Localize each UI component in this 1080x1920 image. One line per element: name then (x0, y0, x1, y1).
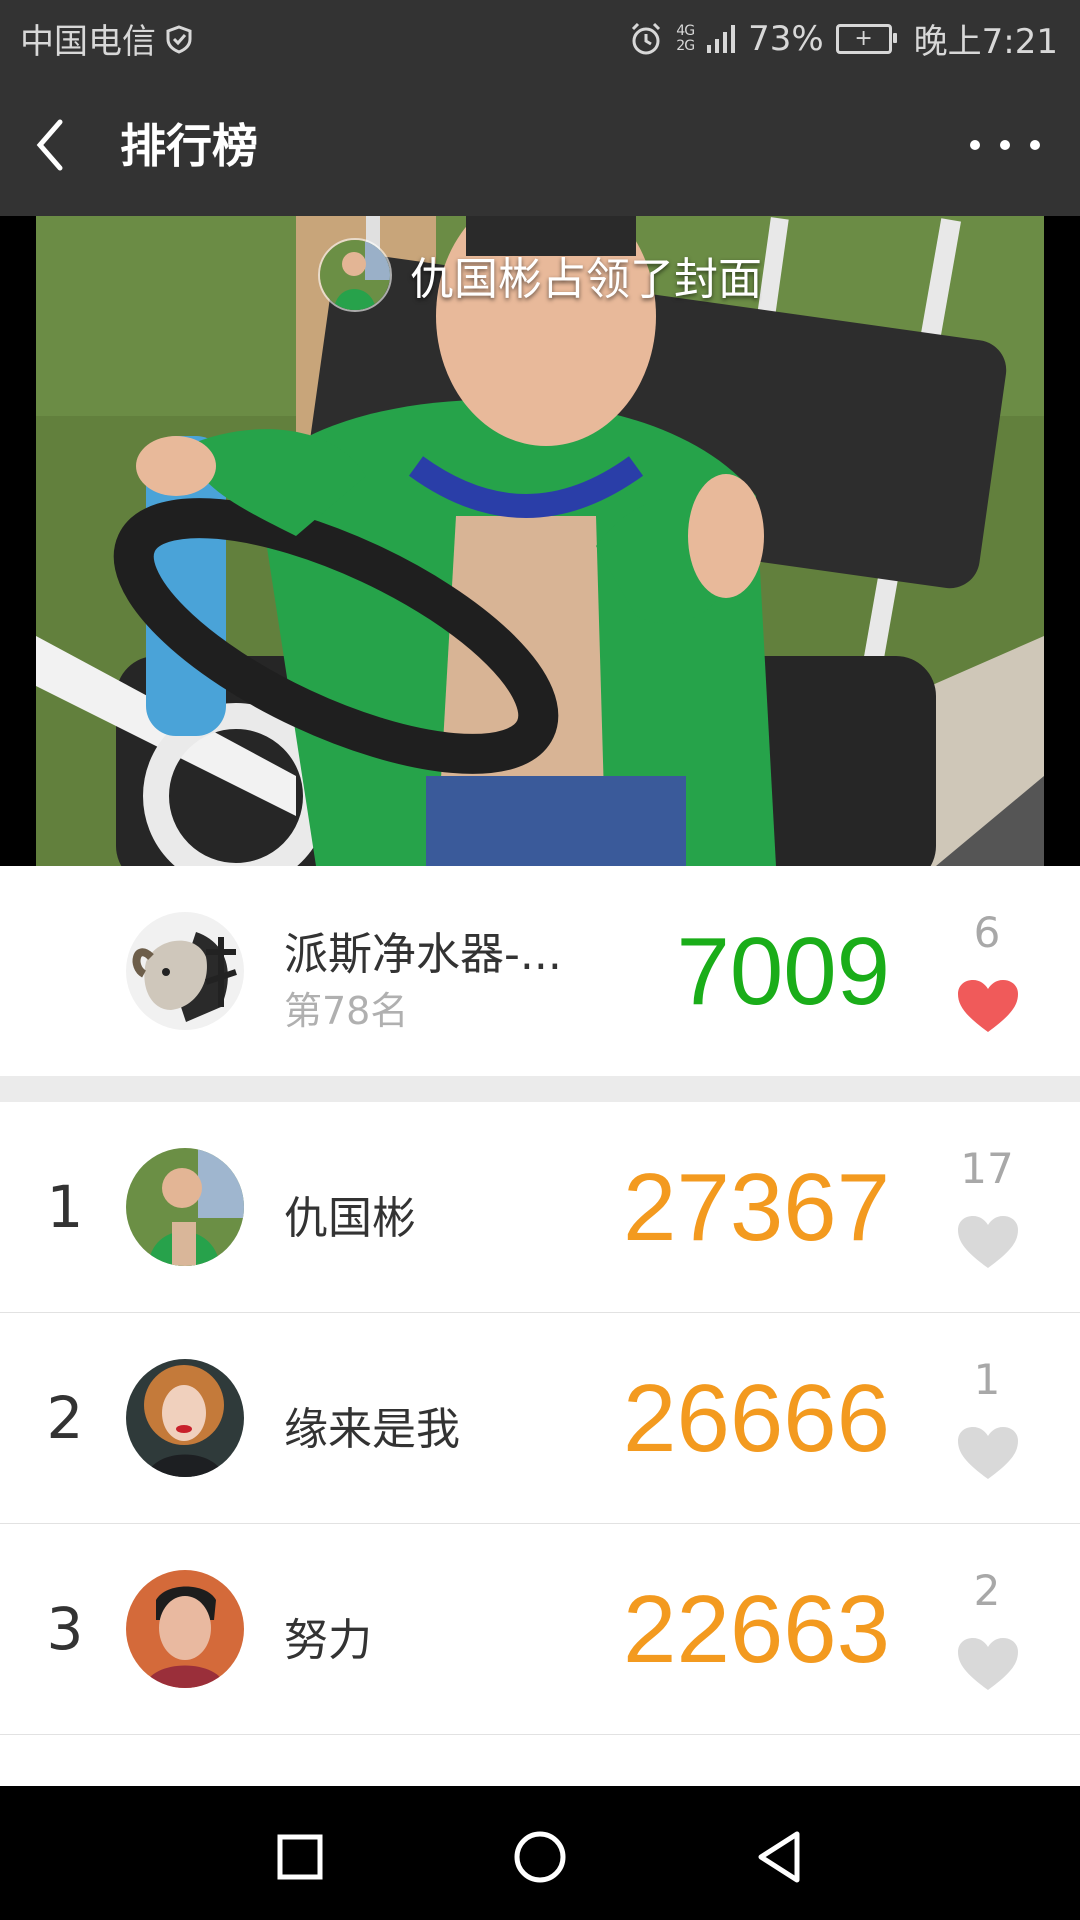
heart-icon (958, 1216, 1018, 1268)
like-button[interactable] (956, 1425, 1020, 1481)
my-rank-row[interactable]: 派斯净水器-... 第78名 7009 6 (0, 866, 1080, 1076)
signal-icon (707, 24, 736, 53)
like-button[interactable] (956, 978, 1020, 1034)
rank-number: 2 (46, 1384, 84, 1452)
system-nav-bar (0, 1786, 1080, 1920)
like-button[interactable] (956, 1214, 1020, 1270)
avatar[interactable] (126, 1359, 244, 1477)
home-button[interactable] (505, 1822, 575, 1892)
like-count: 17 (960, 1144, 1014, 1193)
recents-icon (277, 1834, 323, 1880)
my-name: 派斯净水器-... (284, 929, 562, 980)
like-count: 1 (973, 1355, 1001, 1404)
heart-icon (958, 980, 1018, 1032)
battery-icon: + (835, 23, 897, 54)
avatar[interactable] (126, 1570, 244, 1688)
like-button[interactable] (956, 1636, 1020, 1692)
system-back-button[interactable] (745, 1822, 815, 1892)
rank-number: 3 (46, 1595, 84, 1663)
nav-bar: 排行榜 (0, 76, 1080, 216)
user-name: 缘来是我 (284, 1404, 460, 1455)
recents-button[interactable] (265, 1822, 335, 1892)
shield-icon (166, 24, 192, 54)
user-name: 努力 (284, 1615, 372, 1666)
my-like-count: 6 (973, 908, 1001, 957)
user-steps: 27367 (623, 1154, 890, 1261)
cover-owner-avatar[interactable] (318, 238, 392, 312)
avatar[interactable] (126, 1148, 244, 1266)
carrier-label: 中国电信 (20, 22, 156, 62)
alarm-icon (632, 22, 661, 54)
ranking-row-1[interactable]: 1 仇国彬 27367 17 (0, 1102, 1080, 1313)
heart-icon (958, 1638, 1018, 1690)
my-steps: 7009 (676, 918, 890, 1025)
page-title: 排行榜 (120, 119, 258, 173)
back-button[interactable] (30, 110, 90, 180)
back-icon (36, 119, 63, 171)
my-rank-text: 第78名 (284, 989, 409, 1033)
status-bar: 中国电信 4G 2G 73% + 晚上7:21 (0, 0, 1080, 76)
cover[interactable]: 仇国彬占领了封面 (0, 216, 1080, 866)
more-icon (970, 140, 980, 150)
cover-caption: 仇国彬占领了封面 (410, 254, 762, 305)
heart-icon (958, 1427, 1018, 1479)
home-icon (514, 1831, 566, 1883)
avatar[interactable] (126, 912, 244, 1030)
clock: 晚上7:21 (913, 22, 1058, 62)
cover-owner: 仇国彬占领了封面 (0, 238, 1080, 312)
ranking-row-2[interactable]: 2 缘来是我 26666 1 (0, 1313, 1080, 1524)
battery-percent: 73% (748, 18, 824, 59)
user-steps: 22663 (623, 1576, 890, 1683)
ranking-row-3[interactable]: 3 努力 22663 2 (0, 1524, 1080, 1735)
like-count: 2 (973, 1566, 1001, 1615)
rank-number: 1 (46, 1173, 84, 1241)
section-divider (0, 1076, 1080, 1102)
user-steps: 26666 (623, 1365, 890, 1472)
user-name: 仇国彬 (284, 1193, 416, 1244)
network-type: 4G 2G (676, 22, 695, 54)
more-button[interactable] (970, 120, 1040, 170)
nav-back-icon (758, 1831, 800, 1883)
cover-photo (36, 216, 1044, 866)
